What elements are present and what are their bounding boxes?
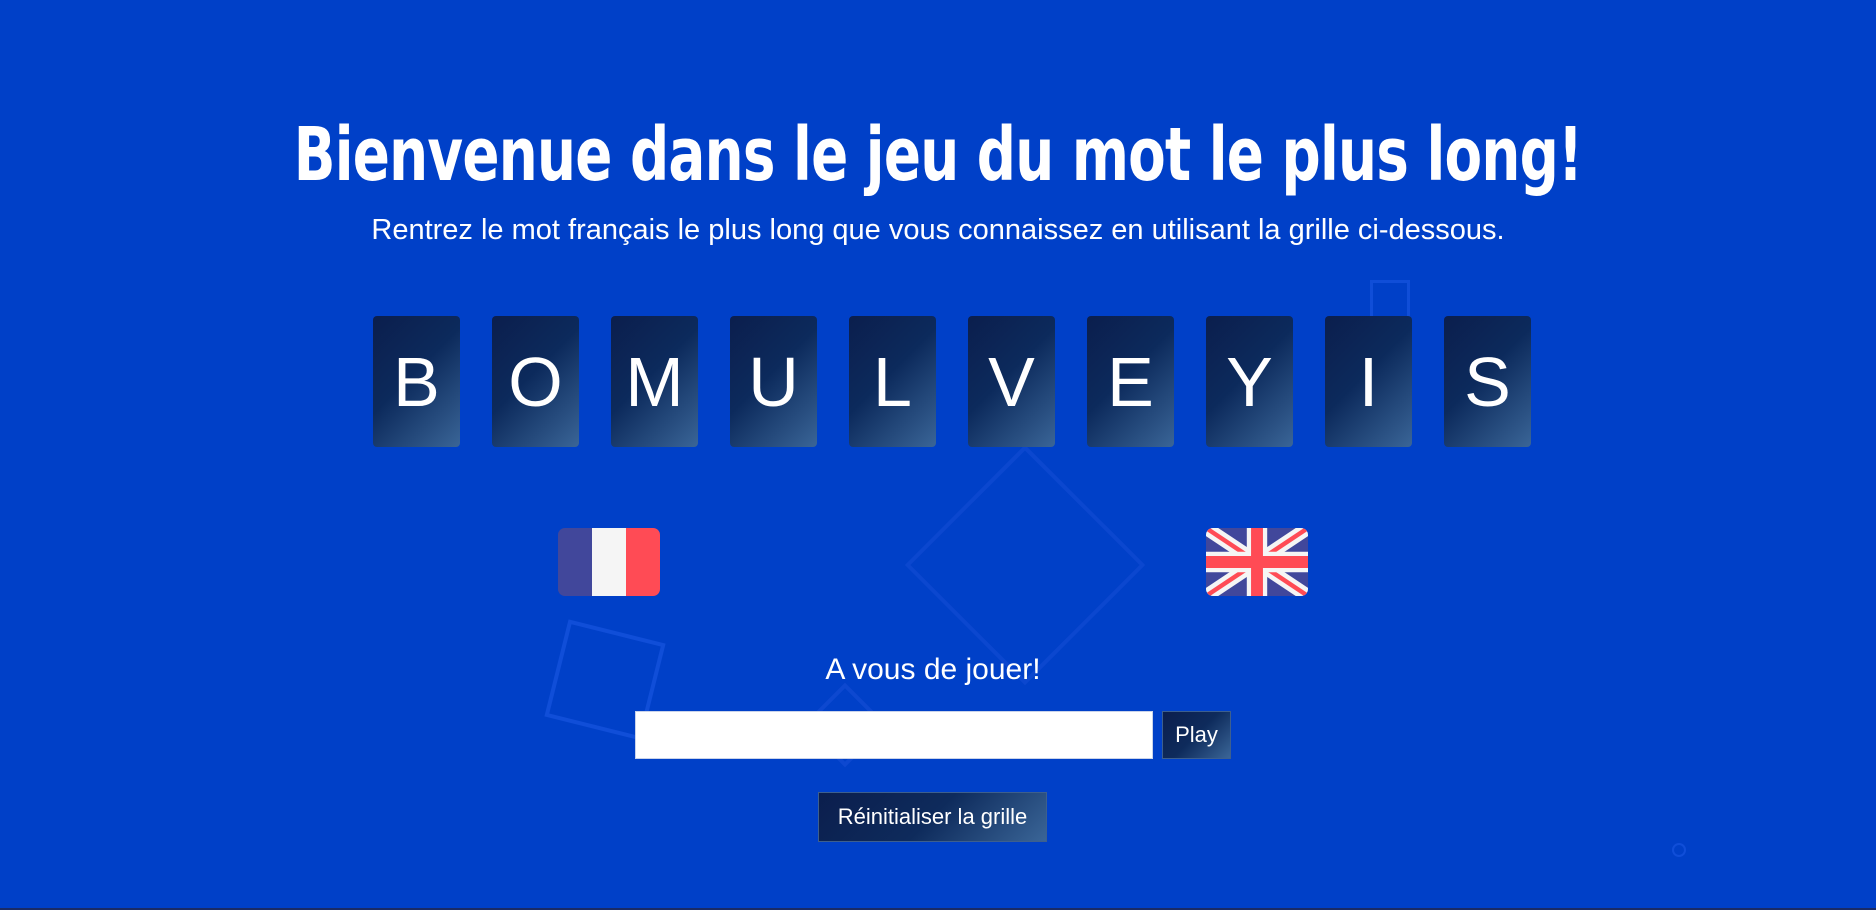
word-input[interactable] [635,711,1153,759]
letter-tile[interactable]: M [611,316,698,447]
letter-tile[interactable]: L [849,316,936,447]
letter-tile[interactable]: V [968,316,1055,447]
play-button[interactable]: Play [1162,711,1231,759]
letter-tile[interactable]: Y [1206,316,1293,447]
reset-grid-button[interactable]: Réinitialiser la grille [818,792,1047,842]
decorative-circle [1672,843,1686,857]
game-page: Bienvenue dans le jeu du mot le plus lon… [0,0,1876,910]
page-subtitle: Rentrez le mot français le plus long que… [371,214,1505,246]
letter-tile[interactable]: B [373,316,460,447]
letter-tile[interactable]: E [1087,316,1174,447]
letter-tile[interactable]: I [1325,316,1412,447]
letter-tile[interactable]: O [492,316,579,447]
letter-grid: B O M U L V E Y I S [373,316,1531,447]
letter-tile[interactable]: U [730,316,817,447]
flag-uk-icon[interactable] [1206,528,1308,596]
decorative-square [1370,280,1410,320]
letter-tile[interactable]: S [1444,316,1531,447]
play-prompt: A vous de jouer! [825,653,1041,686]
page-title: Bienvenue dans le jeu du mot le plus lon… [293,112,1583,198]
flag-france-icon[interactable] [558,528,660,596]
